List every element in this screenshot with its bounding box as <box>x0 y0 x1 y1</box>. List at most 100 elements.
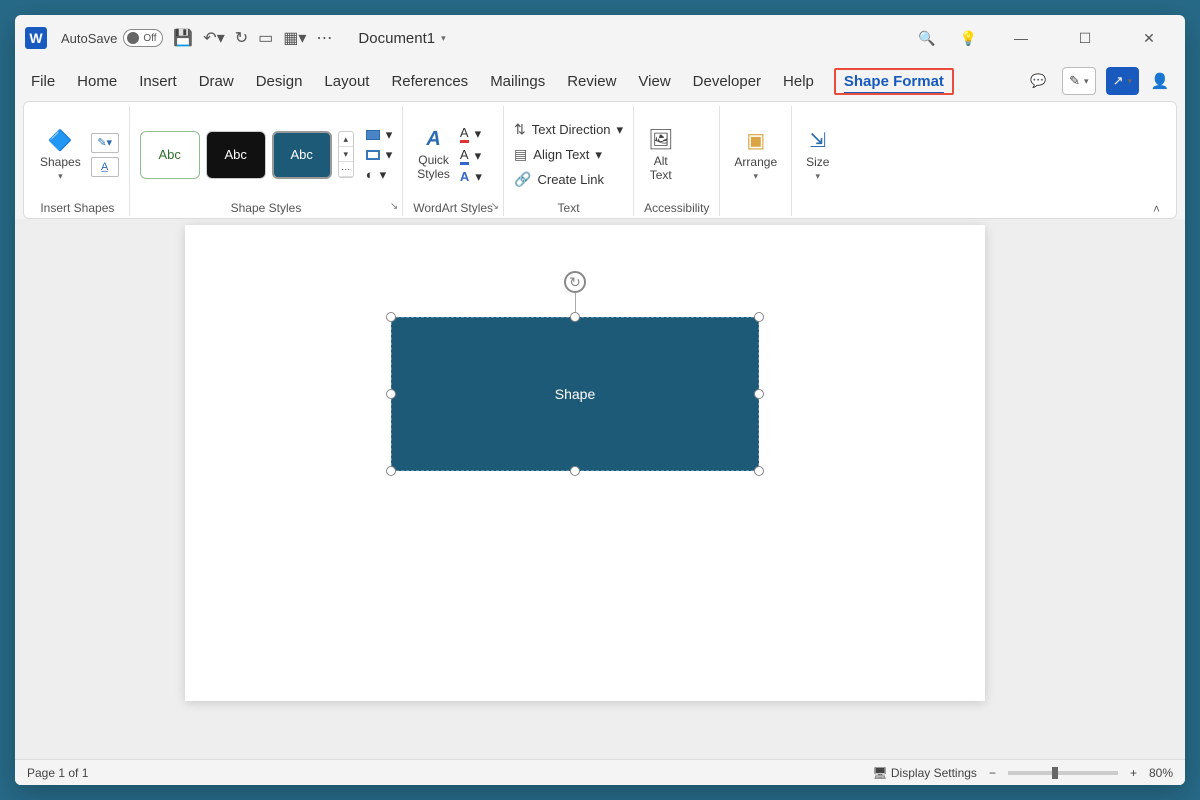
resize-handle[interactable] <box>754 389 764 399</box>
shape-fill-button[interactable]: ▾ <box>366 127 393 143</box>
word-app-icon: W <box>25 27 47 49</box>
dialog-launcher-icon[interactable]: ↘ <box>491 201 499 212</box>
resize-handle[interactable] <box>386 389 396 399</box>
tab-mailings[interactable]: Mailings <box>488 69 547 94</box>
group-arrange: ▣ Arrange ▾ <box>720 106 792 216</box>
group-label: Accessibility <box>644 201 709 216</box>
size-icon: ⇲ <box>809 128 826 153</box>
resize-handle[interactable] <box>754 466 764 476</box>
shape-text: Shape <box>555 386 595 402</box>
size-button[interactable]: ⇲ Size ▾ <box>802 126 833 184</box>
resize-handle[interactable] <box>386 312 396 322</box>
tab-developer[interactable]: Developer <box>691 69 763 94</box>
shape-outline-button[interactable]: ▾ <box>366 147 393 163</box>
comments-icon[interactable]: 💬 <box>1024 67 1052 95</box>
shapes-button[interactable]: 🔷 Shapes ▾ <box>36 126 85 184</box>
rotate-connector <box>575 293 576 313</box>
undo-icon[interactable]: ↶▾ <box>203 28 224 48</box>
resize-handle[interactable] <box>570 312 580 322</box>
redo-icon[interactable]: ↻ <box>235 28 248 48</box>
maximize-button[interactable]: ☐ <box>1065 23 1105 53</box>
tab-shape-format[interactable]: Shape Format <box>834 68 954 95</box>
group-label: Insert Shapes <box>36 201 119 216</box>
selected-shape[interactable]: ↻ Shape <box>387 313 763 475</box>
link-icon: 🔗 <box>514 171 531 188</box>
quick-access-toolbar: 💾 ↶▾ ↻ ▭ ▦▾ ⋯ <box>173 28 332 48</box>
zoom-slider[interactable] <box>1008 771 1118 775</box>
tips-icon[interactable]: 💡 <box>960 30 977 47</box>
close-button[interactable]: ✕ <box>1129 23 1169 53</box>
tab-review[interactable]: Review <box>565 69 618 94</box>
rotate-handle[interactable]: ↻ <box>564 271 586 293</box>
autosave-toggle[interactable]: AutoSave Off <box>61 29 163 47</box>
align-text-icon: ▤ <box>514 146 527 163</box>
tab-help[interactable]: Help <box>781 69 816 94</box>
alt-text-button[interactable]: 🖼 Alt Text <box>644 125 677 184</box>
style-swatch[interactable]: Abc <box>140 131 200 179</box>
titlebar: W AutoSave Off 💾 ↶▾ ↻ ▭ ▦▾ ⋯ Document1▾ … <box>15 15 1185 61</box>
toggle-state: Off <box>143 33 156 44</box>
fill-icon <box>366 130 380 140</box>
zoom-level[interactable]: 80% <box>1149 766 1173 780</box>
app-window: W AutoSave Off 💾 ↶▾ ↻ ▭ ▦▾ ⋯ Document1▾ … <box>15 15 1185 785</box>
text-outline-button[interactable]: A▾ <box>460 147 482 165</box>
text-fill-button[interactable]: A▾ <box>460 125 482 143</box>
ribbon: 🔷 Shapes ▾ ✎▾ A̲ Insert Shapes Abc Abc A… <box>23 101 1177 219</box>
minimize-button[interactable]: — <box>1001 23 1041 53</box>
editing-mode-button[interactable]: ✎ ▾ <box>1062 67 1095 95</box>
group-text: ⇅Text Direction▾ ▤Align Text▾ 🔗Create Li… <box>504 106 634 216</box>
group-wordart-styles: A Quick Styles A▾ A▾ A▾ WordArt Styles ↘ <box>403 106 504 216</box>
group-insert-shapes: 🔷 Shapes ▾ ✎▾ A̲ Insert Shapes <box>26 106 130 216</box>
shape-rectangle[interactable]: Shape <box>391 317 759 471</box>
gallery-scroll[interactable]: ▴▾⋯ <box>338 131 354 178</box>
status-bar: Page 1 of 1 🖥 Display Settings − + 80% <box>15 759 1185 785</box>
arrange-button[interactable]: ▣ Arrange ▾ <box>730 126 781 184</box>
shape-effects-button[interactable]: ◐▾ <box>366 167 393 183</box>
zoom-thumb[interactable] <box>1052 767 1058 779</box>
page-indicator[interactable]: Page 1 of 1 <box>27 766 88 780</box>
qat-more-icon[interactable]: ⋯ <box>316 28 332 48</box>
edit-shape-button[interactable]: ✎▾ <box>91 133 119 153</box>
display-settings-button[interactable]: 🖥 Display Settings <box>872 766 977 780</box>
shape-style-gallery[interactable]: Abc Abc Abc ▴▾⋯ <box>140 131 354 179</box>
dialog-launcher-icon[interactable]: ↘ <box>390 201 398 212</box>
quick-styles-button[interactable]: A Quick Styles <box>413 126 454 183</box>
tab-references[interactable]: References <box>389 69 470 94</box>
align-text-button[interactable]: ▤Align Text▾ <box>514 146 623 163</box>
zoom-out-button[interactable]: − <box>989 766 996 780</box>
tab-insert[interactable]: Insert <box>137 69 179 94</box>
toggle-knob <box>127 32 139 44</box>
document-workspace[interactable]: ↻ Shape <box>15 219 1185 759</box>
toggle-switch[interactable]: Off <box>123 29 163 47</box>
collapse-ribbon-button[interactable]: ˄ <box>1139 106 1174 216</box>
account-icon[interactable]: 👤 <box>1149 70 1171 92</box>
resize-handle[interactable] <box>386 466 396 476</box>
outline-icon <box>366 150 380 160</box>
search-icon[interactable]: 🔍 <box>918 30 935 47</box>
text-effects-button[interactable]: A▾ <box>460 169 482 185</box>
tab-view[interactable]: View <box>636 69 672 94</box>
share-button[interactable]: ↗ ▾ <box>1106 67 1139 95</box>
tab-layout[interactable]: Layout <box>322 69 371 94</box>
save-icon[interactable]: 💾 <box>173 28 193 48</box>
text-direction-button[interactable]: ⇅Text Direction▾ <box>514 121 623 138</box>
tab-file[interactable]: File <box>29 69 57 94</box>
document-title[interactable]: Document1▾ <box>358 30 445 47</box>
qat-icon[interactable]: ▭ <box>258 28 273 48</box>
resize-handle[interactable] <box>754 312 764 322</box>
wordart-icon: A <box>426 128 440 151</box>
qat-icon2[interactable]: ▦▾ <box>283 28 306 48</box>
tab-design[interactable]: Design <box>254 69 305 94</box>
style-swatch[interactable]: Abc <box>206 131 266 179</box>
style-swatch-selected[interactable]: Abc <box>272 131 332 179</box>
text-box-button[interactable]: A̲ <box>91 157 119 177</box>
group-label: Shape Styles <box>140 201 393 216</box>
zoom-in-button[interactable]: + <box>1130 766 1137 780</box>
tab-home[interactable]: Home <box>75 69 119 94</box>
create-link-button[interactable]: 🔗Create Link <box>514 171 623 188</box>
tab-draw[interactable]: Draw <box>197 69 236 94</box>
shapes-icon: 🔷 <box>48 128 73 153</box>
resize-handle[interactable] <box>570 466 580 476</box>
group-label: WordArt Styles <box>413 201 493 216</box>
text-direction-icon: ⇅ <box>514 121 526 138</box>
